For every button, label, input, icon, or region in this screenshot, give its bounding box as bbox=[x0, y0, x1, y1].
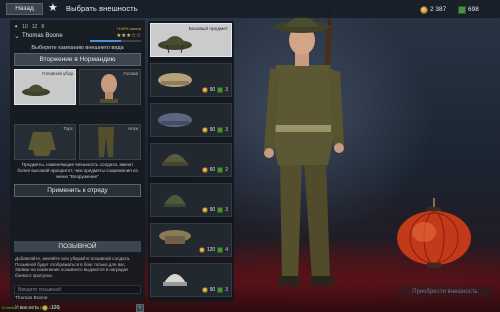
soldier-model[interactable] bbox=[240, 10, 380, 300]
tickets-value: 698 bbox=[468, 6, 479, 13]
price: 90 bbox=[209, 86, 216, 93]
item-green-helmet[interactable]: 90 3 bbox=[150, 183, 232, 217]
slot-headgear[interactable]: Головной убор bbox=[14, 69, 76, 105]
ticket-icon bbox=[458, 5, 466, 14]
slot-label: Головной убор bbox=[42, 71, 73, 76]
callsign-preview: Thomas Boone bbox=[15, 296, 48, 301]
price-row: 90 3 bbox=[201, 206, 228, 213]
top-bar: Назад ★ Выбрать внешность 2 387 698 bbox=[0, 0, 500, 18]
coin-icon bbox=[201, 286, 208, 293]
coin-icon bbox=[198, 246, 205, 253]
left-panel: ✦ 10 12 8 ⌄ Thomas Boone +100% опыта ★★★… bbox=[10, 20, 145, 312]
coins-value: 2 387 bbox=[430, 6, 447, 13]
price-row: 90 3 bbox=[201, 86, 228, 93]
lantern-decoration bbox=[397, 198, 471, 268]
stock-icon bbox=[217, 286, 224, 293]
callsign-description: Добавляйте, меняйте или убирайте позывно… bbox=[15, 256, 131, 278]
base-item-label: Базовый предмет bbox=[188, 27, 228, 32]
item-khaki-beret[interactable]: 90 3 bbox=[150, 63, 232, 97]
item-blue-beret[interactable]: 90 3 bbox=[150, 103, 232, 137]
price: 60 bbox=[209, 166, 216, 173]
slot-torso[interactable]: Торс bbox=[14, 124, 76, 160]
price-row: 90 3 bbox=[201, 126, 228, 133]
stock-count: 4 bbox=[225, 246, 228, 253]
beret-icon bbox=[158, 73, 192, 87]
callsign-input[interactable] bbox=[14, 285, 141, 294]
helmet-icon bbox=[163, 274, 187, 293]
rank-stars: ★★★☆☆ bbox=[116, 33, 141, 39]
stock-icon bbox=[217, 166, 224, 173]
legs-icon bbox=[98, 127, 114, 157]
stock-count: 3 bbox=[225, 86, 228, 93]
rank-icon: ✦ bbox=[14, 24, 19, 30]
stat-3: 8 bbox=[41, 24, 45, 30]
coin-icon bbox=[201, 166, 208, 173]
price: 90 bbox=[209, 206, 216, 213]
callsign-header: ПОЗЫВНОЙ bbox=[14, 241, 141, 252]
player-name: Thomas Boone bbox=[22, 33, 63, 39]
price: 120 bbox=[206, 246, 216, 253]
helmet-icon bbox=[164, 195, 186, 213]
stock-icon bbox=[217, 126, 224, 133]
chevron-down-icon[interactable]: ⌄ bbox=[14, 32, 20, 40]
helmet-icon bbox=[158, 36, 192, 53]
player-stats: ✦ 10 12 8 bbox=[14, 23, 44, 31]
coins-balance: 2 387 bbox=[420, 4, 446, 15]
stock-count: 2 bbox=[225, 166, 228, 173]
page-title: Выбрать внешность bbox=[66, 4, 138, 13]
stock-count: 3 bbox=[225, 126, 228, 133]
slot-head[interactable]: Голова bbox=[79, 69, 141, 105]
campaign-prompt: Выберите кампанию внешнего вида bbox=[31, 45, 124, 51]
campaign-selector[interactable]: Вторжение в Нормандию bbox=[14, 53, 141, 66]
item-base-helmet[interactable]: Базовый предмет bbox=[150, 23, 232, 57]
head-icon bbox=[100, 74, 118, 103]
stat-1: 10 bbox=[22, 24, 28, 30]
slot-legs[interactable]: Ноги bbox=[79, 124, 141, 160]
coin-icon bbox=[201, 206, 208, 213]
stat-2: 12 bbox=[31, 24, 38, 30]
tickets-balance: 698 bbox=[458, 4, 479, 15]
apply-to-squad-button[interactable]: Применить к отряду bbox=[14, 184, 141, 197]
slot-label: Торс bbox=[63, 126, 73, 131]
stock-count: 3 bbox=[225, 206, 228, 213]
star-icon: ★ bbox=[48, 2, 58, 14]
price: 90 bbox=[209, 126, 216, 133]
coin-icon bbox=[201, 126, 208, 133]
stock-icon bbox=[217, 246, 224, 253]
xp-progress-bar bbox=[90, 40, 141, 42]
beret-icon bbox=[158, 113, 192, 127]
stock-count: 3 bbox=[225, 286, 228, 293]
back-button[interactable]: Назад bbox=[6, 3, 43, 15]
coin-icon bbox=[420, 5, 428, 14]
coin-icon bbox=[201, 86, 208, 93]
xp-bonus: +100% опыта bbox=[116, 26, 141, 31]
player-row: ⌄ Thomas Boone +100% опыта ★★★☆☆ bbox=[14, 26, 141, 42]
cap-icon bbox=[159, 230, 191, 247]
item-officer-cap[interactable]: 120 4 bbox=[150, 223, 232, 257]
version-text: Enlisted 1.0.99.4b (4.5.17.0-9e7) bbox=[2, 305, 61, 310]
item-white-helmet[interactable]: 90 3 bbox=[150, 263, 232, 297]
xp-progress-fill bbox=[90, 40, 121, 42]
edit-callsign-button[interactable]: ✎ bbox=[136, 304, 144, 312]
torso-icon bbox=[28, 132, 56, 156]
helmet-icon bbox=[162, 154, 188, 173]
headgear-list[interactable]: Базовый предмет 90 3 90 3 60 2 90 3 120 … bbox=[148, 21, 234, 302]
price-row: 120 4 bbox=[198, 246, 228, 253]
slot-label: Ноги bbox=[128, 126, 138, 131]
item-mk-helmet[interactable]: 60 2 bbox=[150, 143, 232, 177]
slot-label: Голова bbox=[123, 71, 138, 76]
purchase-appearance-button[interactable]: Приобрести внешность bbox=[398, 286, 492, 298]
price-row: 90 3 bbox=[201, 286, 228, 293]
stock-icon bbox=[217, 206, 224, 213]
price: 90 bbox=[209, 286, 216, 293]
priority-notice: Предметы, изменяющие внешность солдата, … bbox=[17, 162, 138, 179]
helmet-icon bbox=[22, 84, 50, 96]
stock-icon bbox=[217, 86, 224, 93]
price-row: 60 2 bbox=[201, 166, 228, 173]
